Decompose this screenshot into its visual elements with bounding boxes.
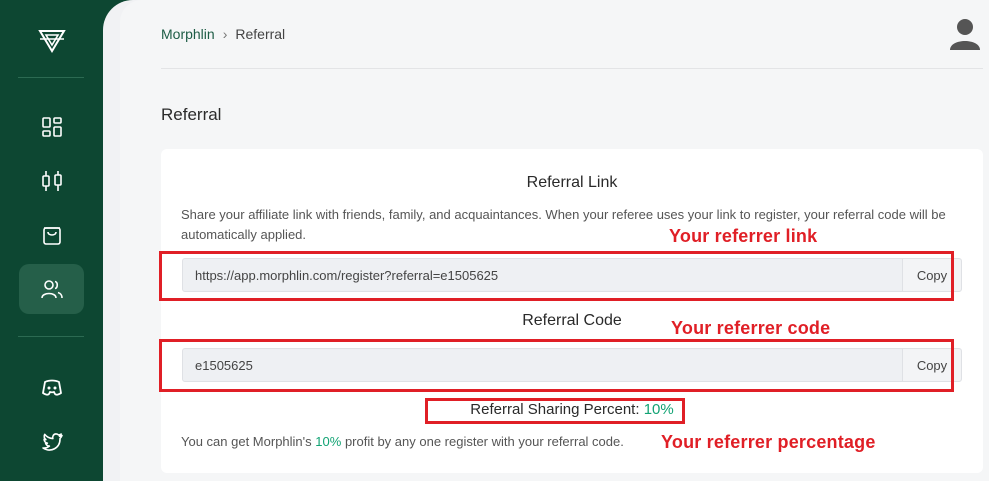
sidebar	[0, 0, 120, 481]
header-divider	[161, 68, 983, 69]
page-title: Referral	[161, 105, 222, 124]
morphlin-logo-icon[interactable]	[38, 28, 66, 54]
sidebar-item-twitter[interactable]	[19, 417, 84, 467]
sidebar-item-referral[interactable]	[19, 264, 84, 314]
referral-code-title: Referral Code	[522, 312, 622, 329]
breadcrumb-current: Referral	[235, 26, 286, 42]
link-highlight-box	[159, 251, 954, 301]
user-avatar-icon[interactable]	[948, 16, 982, 52]
shopping-bag-icon	[42, 227, 61, 245]
dashboard-icon	[41, 117, 62, 137]
sidebar-item-trading[interactable]	[19, 156, 84, 206]
code-highlight-box	[159, 339, 954, 392]
sidebar-divider	[18, 77, 84, 78]
sidebar-item-shop[interactable]	[19, 210, 84, 260]
footer-text-post: profit by any one register with your ref…	[344, 434, 624, 449]
referral-description: Share your affiliate link with friends, …	[181, 207, 946, 242]
sidebar-item-dashboard[interactable]	[19, 102, 84, 152]
discord-icon	[41, 379, 62, 396]
breadcrumb: Morphlin › Referral	[161, 26, 285, 42]
breadcrumb-separator: ›	[222, 26, 228, 42]
sidebar-item-discord[interactable]	[19, 363, 84, 413]
footer-percent: 10%	[315, 434, 342, 449]
breadcrumb-root[interactable]: Morphlin	[161, 26, 215, 42]
annotation-referrer-link: Your referrer link	[669, 226, 818, 246]
sidebar-divider	[18, 336, 84, 337]
candlestick-icon	[41, 171, 62, 191]
referral-card: Referral Link Share your affiliate link …	[161, 149, 983, 473]
referral-footer-note: You can get Morphlin's 10% profit by any…	[181, 434, 624, 449]
annotation-referrer-percentage: Your referrer percentage	[661, 432, 876, 452]
percent-highlight-box	[425, 398, 685, 424]
annotation-referrer-code: Your referrer code	[671, 318, 831, 338]
referral-link-title: Referral Link	[526, 174, 618, 191]
twitter-icon	[41, 433, 63, 451]
footer-text-pre: You can get Morphlin's	[181, 434, 312, 449]
users-icon	[40, 280, 63, 299]
